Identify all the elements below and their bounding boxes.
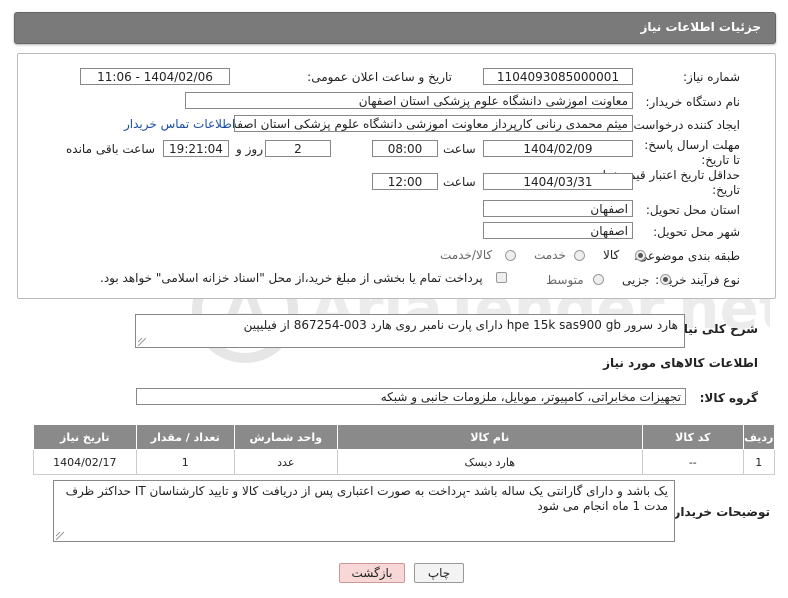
cell-row-number: 1 bbox=[742, 449, 776, 475]
col-quantity: تعداد / مقدار bbox=[135, 424, 236, 450]
buyer-notes-text: یک باشد و دارای گارانتی یک ساله باشد -پر… bbox=[65, 484, 668, 513]
need-number-label: شماره نیاز: bbox=[683, 70, 740, 84]
process-minor-label: جزیی bbox=[622, 273, 650, 287]
need-description-text: هارد سرور hpe 15k sas900 gb دارای پارت ن… bbox=[243, 318, 678, 332]
category-service-label: خدمت bbox=[534, 248, 566, 262]
category-goods-service-radio[interactable] bbox=[505, 250, 516, 261]
process-medium-radio[interactable] bbox=[593, 274, 604, 285]
resize-handle-icon[interactable] bbox=[56, 532, 64, 540]
print-button[interactable]: چاپ bbox=[414, 563, 464, 583]
category-label: طبقه بندی موضوعی: bbox=[633, 249, 740, 263]
resize-handle-icon[interactable] bbox=[138, 338, 146, 346]
category-goods-label: کالا bbox=[603, 248, 620, 262]
buyer-org-label: نام دستگاه خریدار: bbox=[645, 95, 741, 109]
city-field[interactable]: اصفهان bbox=[483, 222, 633, 239]
process-minor-radio[interactable] bbox=[660, 274, 671, 285]
col-need-date: تاریخ نیاز bbox=[33, 424, 137, 450]
goods-table: ردیف کد کالا نام کالا واحد شمارش تعداد /… bbox=[33, 424, 776, 475]
goods-group-field[interactable]: تجهیزات مخابراتی، کامپیوتر، موبایل، ملزو… bbox=[136, 388, 686, 405]
city-label: شهر محل تحویل: bbox=[653, 225, 740, 239]
remaining-time-field[interactable]: 19:21:04 bbox=[163, 140, 229, 157]
days-label: روز و bbox=[236, 142, 263, 156]
treasury-payment-note: پرداخت تمام یا بخشی از مبلغ خرید،از محل … bbox=[100, 271, 483, 285]
col-row-number: ردیف bbox=[742, 424, 776, 450]
category-goods-radio[interactable] bbox=[635, 250, 646, 261]
back-button[interactable]: بازگشت bbox=[339, 563, 405, 583]
cell-goods-name: هارد دیسک bbox=[336, 449, 644, 475]
cell-quantity: 1 bbox=[135, 449, 236, 475]
process-medium-label: متوسط bbox=[546, 273, 584, 287]
province-field[interactable]: اصفهان bbox=[483, 200, 633, 217]
contact-buyer-link[interactable]: اطلاعات تماس خریدار bbox=[124, 117, 235, 131]
deadline-label: مهلت ارسال پاسخ: تا تاریخ: bbox=[644, 138, 740, 167]
creator-field[interactable]: میثم محمدی رنانی کارپرداز معاونت اموزشی … bbox=[234, 115, 633, 132]
deadline-date-field[interactable]: 1404/02/09 bbox=[483, 140, 633, 157]
cell-unit: عدد bbox=[234, 449, 338, 475]
announce-field[interactable]: 1404/02/06 - 11:06 bbox=[80, 68, 230, 85]
page-title: جزئیات اطلاعات نیاز bbox=[640, 20, 761, 34]
province-label: استان محل تحویل: bbox=[645, 203, 740, 217]
goods-group-label: گروه کالا: bbox=[699, 391, 758, 405]
table-row[interactable]: 1 -- هارد دیسک عدد 1 1404/02/17 bbox=[33, 449, 776, 475]
col-goods-code: کد کالا bbox=[642, 424, 744, 450]
page-header: جزئیات اطلاعات نیاز bbox=[14, 12, 776, 44]
goods-section-title: اطلاعات کالاهای مورد نیاز bbox=[603, 356, 758, 370]
col-unit: واحد شمارش bbox=[234, 424, 338, 450]
validity-time-label: ساعت bbox=[443, 175, 476, 189]
validity-date-field[interactable]: 1404/03/31 bbox=[483, 173, 633, 190]
validity-time-field[interactable]: 12:00 bbox=[372, 173, 438, 190]
cell-need-date: 1404/02/17 bbox=[33, 449, 137, 475]
cell-goods-code: -- bbox=[642, 449, 744, 475]
buyer-notes-label: توضیحات خریدار: bbox=[668, 505, 770, 519]
buyer-org-field[interactable]: معاونت اموزشی دانشگاه علوم پزشکی استان ا… bbox=[185, 92, 633, 109]
category-goods-service-label: کالا/خدمت bbox=[440, 248, 493, 262]
treasury-payment-checkbox[interactable] bbox=[496, 272, 507, 283]
remaining-label: ساعت باقی مانده bbox=[66, 142, 156, 156]
deadline-time-field[interactable]: 08:00 bbox=[372, 140, 438, 157]
deadline-time-label: ساعت bbox=[443, 142, 476, 156]
category-service-radio[interactable] bbox=[574, 250, 585, 261]
buyer-notes-field[interactable]: یک باشد و دارای گارانتی یک ساله باشد -پر… bbox=[53, 480, 675, 542]
days-field[interactable]: 2 bbox=[265, 140, 331, 157]
table-header-row: ردیف کد کالا نام کالا واحد شمارش تعداد /… bbox=[33, 424, 776, 450]
creator-label: ایجاد کننده درخواست: bbox=[629, 118, 740, 132]
need-number-field[interactable]: 1104093085000001 bbox=[483, 68, 633, 85]
need-description-field[interactable]: هارد سرور hpe 15k sas900 gb دارای پارت ن… bbox=[135, 314, 685, 348]
col-goods-name: نام کالا bbox=[336, 424, 644, 450]
announce-label: تاریخ و ساعت اعلان عمومی: bbox=[307, 70, 452, 84]
